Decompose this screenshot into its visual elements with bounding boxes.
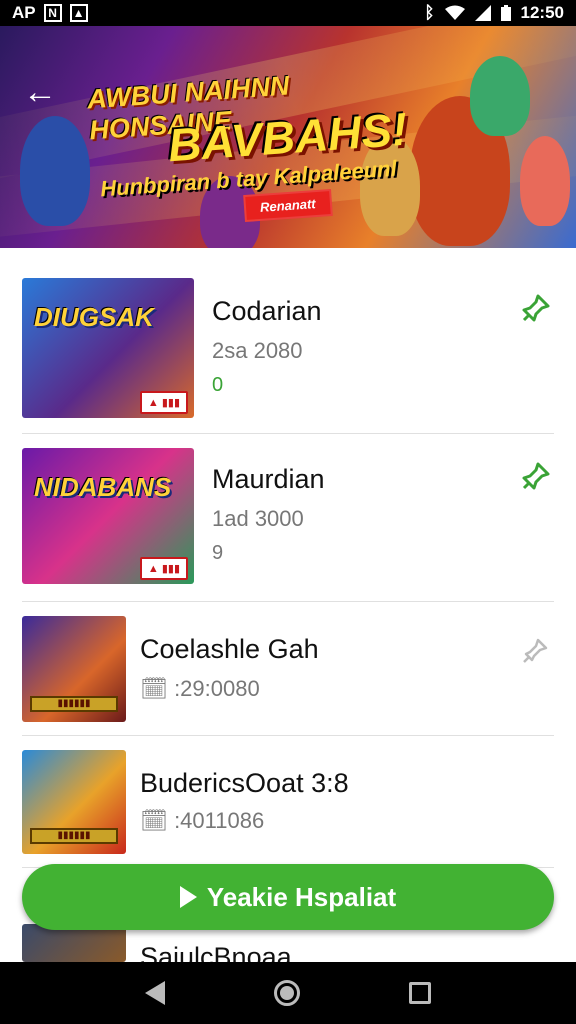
clock: 12:50 [520, 3, 564, 22]
pin-outline-icon[interactable] [516, 634, 552, 670]
battery-icon [500, 5, 511, 21]
list-item[interactable]: ▮▮▮▮▮▮ BudericsOoat 3:8 🗓 :4011086 [22, 750, 554, 868]
game-meta: 🗓 :4011086 [140, 808, 265, 833]
thumbnail-badge: ▲ ▮▮▮ [139, 391, 188, 414]
carrier-label: AP [12, 3, 36, 22]
list-item[interactable]: ▮▮▮▮▮▮ Coelashle Gah 🗓 :29:0080 [22, 616, 554, 736]
thumbnail-plate: ▮▮▮▮▮▮ [30, 696, 118, 712]
signal-icon [474, 5, 491, 21]
list-item[interactable]: NIDABANS ▲ ▮▮▮ Maurdian 1ad 3000 9 [22, 448, 554, 602]
game-thumbnail: ▮▮▮▮▮▮ [22, 750, 126, 854]
wifi-icon [444, 5, 465, 20]
nav-recent-apps-icon[interactable] [409, 982, 432, 1004]
game-count: 9 [212, 542, 224, 564]
nav-home-icon[interactable] [273, 980, 300, 1006]
game-title: Codarian [212, 296, 322, 326]
nav-back-icon[interactable] [144, 981, 165, 1005]
play-icon [179, 886, 197, 908]
play-button-label: Yeakie Hspaliat [206, 881, 397, 912]
back-arrow-icon[interactable]: ← [20, 74, 60, 114]
game-thumbnail: ▮▮▮▮▮▮ [22, 616, 126, 722]
game-count: 0 [212, 374, 224, 396]
game-meta: 🗓 :29:0080 [140, 676, 260, 701]
thumbnail-plate: ▮▮▮▮▮▮ [30, 828, 118, 844]
system-nav-bar [0, 962, 576, 1024]
game-thumbnail: NIDABANS ▲ ▮▮▮ [22, 448, 194, 584]
game-meta: 1ad 3000 [212, 506, 304, 531]
game-title: Maurdian [212, 464, 325, 494]
list-item[interactable]: SaiulcBnoaa [22, 924, 554, 972]
thumbnail-title: DIUGSAK [34, 302, 154, 332]
list-item[interactable]: DIUGSAK ▲ ▮▮▮ Codarian 2sa 2080 0 [22, 278, 554, 434]
thumbnail-badge: ▲ ▮▮▮ [139, 557, 188, 580]
game-meta: 2sa 2080 [212, 338, 303, 363]
thumbnail-title: NIDABANS [34, 472, 172, 502]
pin-icon[interactable] [516, 292, 552, 328]
play-button[interactable]: Yeakie Hspaliat [22, 864, 554, 930]
game-title: BudericsOoat 3:8 [140, 768, 349, 798]
game-thumbnail: DIUGSAK ▲ ▮▮▮ [22, 278, 194, 418]
bluetooth-icon: ᛒ [424, 3, 435, 22]
game-title: Coelashle Gah [140, 634, 319, 664]
calendar-icon: 🗓 [140, 676, 168, 701]
hero-banner: ← AWBUI NAIHNN HONSAINE BAVBAHS! Hunbpir… [0, 26, 576, 248]
banner-tag[interactable]: Renanatt [243, 188, 333, 223]
pin-icon[interactable] [516, 460, 552, 496]
calendar-icon: 🗓 [140, 808, 168, 833]
status-bar: AP N ▲ ᛒ 12:50 [0, 0, 576, 26]
notification-image-icon: ▲ [69, 4, 88, 22]
notification-n-icon: N [43, 4, 62, 22]
